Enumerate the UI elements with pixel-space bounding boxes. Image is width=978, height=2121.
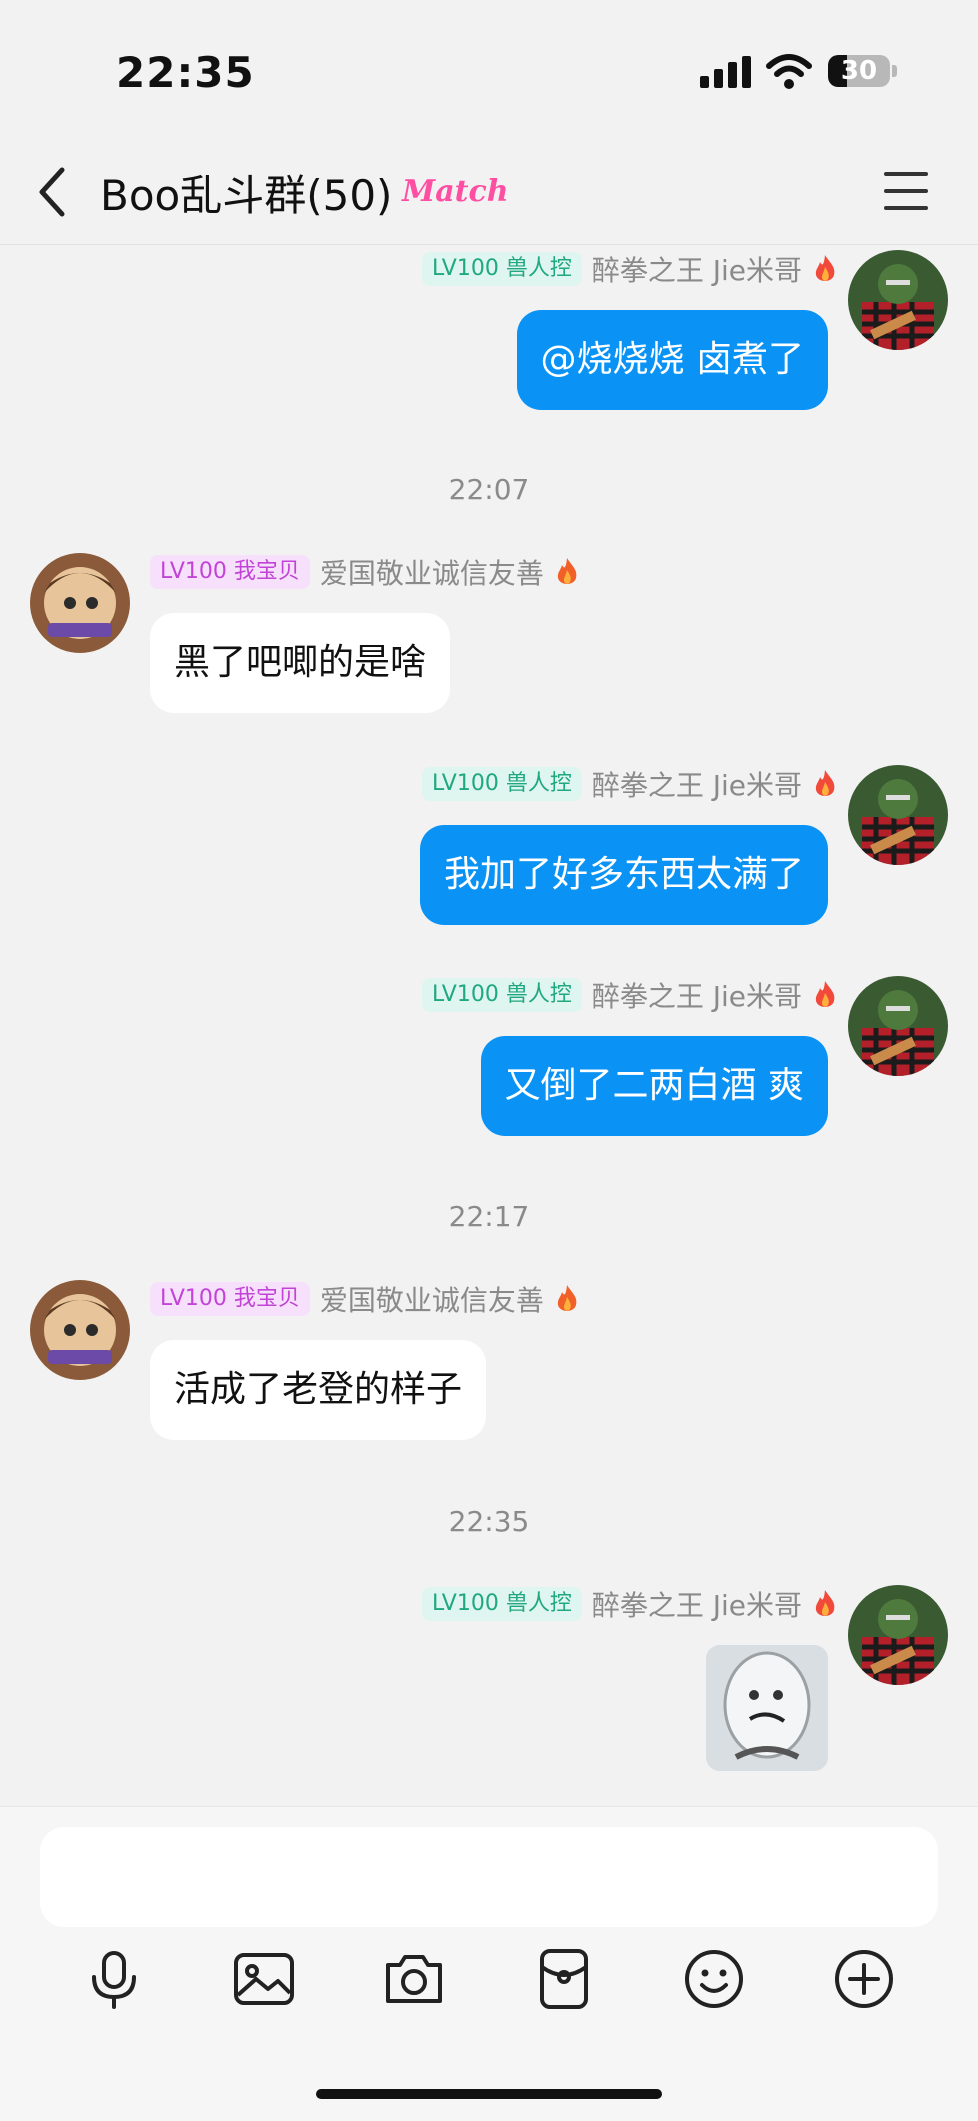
flame-icon	[815, 981, 835, 1007]
message-row: LV100 兽人控 醉拳之王 Jie米哥 我加了好多东西太满了	[0, 765, 978, 935]
message-timestamp: 22:35	[448, 1505, 530, 1538]
chat-bubble-outgoing[interactable]: @烧烧烧 卤煮了	[516, 310, 828, 410]
flame-icon	[815, 1590, 835, 1616]
message-row: LV100 我宝贝 爱国敬业诚信友善 活成了老登的样子	[0, 1280, 978, 1450]
back-button[interactable]	[28, 160, 78, 224]
sender-name[interactable]: 醉拳之王 Jie米哥	[592, 764, 802, 804]
sticker-image[interactable]	[706, 1645, 828, 1771]
flame-icon	[557, 558, 577, 584]
sender-name[interactable]: 爱国敬业诚信友善	[320, 552, 544, 592]
avatar[interactable]	[848, 976, 948, 1076]
chat-bubble-outgoing[interactable]: 又倒了二两白酒 爽	[480, 1036, 828, 1136]
cellular-signal-icon	[700, 56, 752, 88]
message-input[interactable]	[40, 1827, 938, 1927]
sender-name[interactable]: 爱国敬业诚信友善	[320, 1279, 544, 1319]
image-icon[interactable]	[232, 1947, 296, 2011]
message-meta: LV100 我宝贝 爱国敬业诚信友善	[150, 1280, 580, 1318]
message-timestamp: 22:07	[448, 473, 530, 506]
microphone-icon[interactable]	[82, 1947, 146, 2011]
avatar[interactable]	[848, 765, 948, 865]
message-meta: LV100 兽人控 醉拳之王 Jie米哥	[421, 764, 838, 804]
status-bar: 22:35 30	[0, 0, 978, 140]
message-timestamp: 22:17	[448, 1200, 530, 1233]
wifi-icon	[766, 54, 812, 89]
avatar[interactable]	[848, 1585, 948, 1685]
match-badge[interactable]: Match	[402, 174, 509, 209]
avatar[interactable]	[848, 250, 948, 350]
level-badge: LV100 我宝贝	[150, 555, 310, 589]
message-row: LV100 我宝贝 爱国敬业诚信友善 黑了吧唧的是啥	[0, 553, 978, 723]
red-packet-icon[interactable]	[532, 1947, 596, 2011]
level-badge: LV100 兽人控	[421, 252, 582, 286]
message-meta: LV100 兽人控 醉拳之王 Jie米哥	[421, 1584, 838, 1624]
message-row: LV100 兽人控 醉拳之王 Jie米哥 @烧烧烧 卤煮了	[0, 250, 978, 420]
menu-icon[interactable]	[882, 168, 930, 216]
sender-name[interactable]: 醉拳之王 Jie米哥	[592, 1584, 802, 1624]
flame-icon	[815, 255, 835, 281]
flame-icon	[557, 1285, 577, 1311]
battery-icon: 30	[828, 55, 890, 87]
sender-name[interactable]: 醉拳之王 Jie米哥	[592, 249, 802, 289]
chat-bubble-incoming[interactable]: 活成了老登的样子	[150, 1340, 487, 1440]
avatar[interactable]	[30, 553, 130, 653]
message-meta: LV100 兽人控 醉拳之王 Jie米哥	[421, 975, 838, 1015]
flame-icon	[815, 770, 835, 796]
level-badge: LV100 兽人控	[421, 978, 582, 1012]
chat-bubble-outgoing[interactable]: 我加了好多东西太满了	[419, 825, 828, 925]
message-row: LV100 兽人控 醉拳之王 Jie米哥 又倒了二两白酒 爽	[0, 976, 978, 1146]
plus-icon[interactable]	[832, 1947, 896, 2011]
level-badge: LV100 我宝贝	[150, 1282, 310, 1316]
chat-title: Boo乱斗群(50)	[100, 171, 393, 220]
chat-bubble-incoming[interactable]: 黑了吧唧的是啥	[150, 613, 451, 713]
level-badge: LV100 兽人控	[421, 1587, 582, 1621]
battery-percent: 30	[840, 56, 878, 86]
chat-header: Boo乱斗群(50) Match	[0, 140, 978, 245]
emoji-icon[interactable]	[682, 1947, 746, 2011]
level-badge: LV100 兽人控	[421, 767, 582, 801]
message-meta: LV100 我宝贝 爱国敬业诚信友善	[150, 553, 580, 591]
avatar[interactable]	[30, 1280, 130, 1380]
message-meta: LV100 兽人控 醉拳之王 Jie米哥	[421, 249, 838, 289]
home-indicator[interactable]	[316, 2089, 662, 2099]
battery-cap	[892, 65, 897, 77]
message-row: LV100 兽人控 醉拳之王 Jie米哥	[0, 1585, 978, 1785]
composer	[0, 1806, 978, 2121]
camera-icon[interactable]	[382, 1947, 446, 2011]
message-list[interactable]: LV100 兽人控 醉拳之王 Jie米哥 @烧烧烧 卤煮了 22:07 LV10…	[0, 245, 978, 1805]
sender-name[interactable]: 醉拳之王 Jie米哥	[592, 975, 802, 1015]
status-time: 22:35	[116, 48, 255, 97]
